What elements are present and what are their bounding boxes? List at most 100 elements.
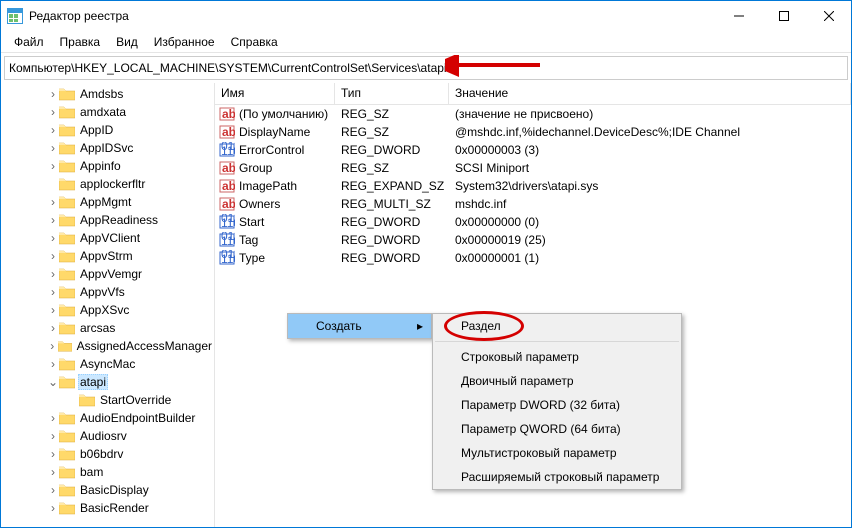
maximize-button[interactable] — [761, 1, 806, 31]
folder-icon — [59, 285, 75, 299]
menu-help[interactable]: Справка — [224, 33, 285, 51]
menu-favorites[interactable]: Избранное — [147, 33, 222, 51]
value-data: (значение не присвоено) — [449, 107, 851, 121]
tree-item[interactable]: ›Audiosrv — [1, 427, 214, 445]
tree-item[interactable]: ›Appinfo — [1, 157, 214, 175]
value-row[interactable]: OwnersREG_MULTI_SZmshdc.inf — [215, 195, 851, 213]
tree-item[interactable]: ›AppVClient — [1, 229, 214, 247]
ctx-new-binary-label: Двоичный параметр — [461, 374, 574, 388]
expand-icon[interactable]: › — [47, 411, 59, 425]
tree-item[interactable]: ›AppvVfs — [1, 283, 214, 301]
expand-icon[interactable]: › — [47, 159, 59, 173]
value-name: ErrorControl — [239, 143, 304, 157]
value-data: 0x00000001 (1) — [449, 251, 851, 265]
tree-item-label: bam — [78, 465, 105, 479]
value-row[interactable]: TypeREG_DWORD0x00000001 (1) — [215, 249, 851, 267]
tree-panel[interactable]: ›Amdsbs›amdxata›AppID›AppIDSvc›Appinfo›a… — [1, 83, 215, 527]
tree-item[interactable]: ›BasicDisplay — [1, 481, 214, 499]
titlebar[interactable]: Редактор реестра — [1, 1, 851, 31]
tree-item[interactable]: › AudioEndpointBuilder — [1, 409, 214, 427]
tree-item[interactable]: ›arcsas — [1, 319, 214, 337]
close-button[interactable] — [806, 1, 851, 31]
ctx-new-string[interactable]: Строковый параметр — [433, 345, 681, 369]
tree-item[interactable]: ›AppReadiness — [1, 211, 214, 229]
folder-icon — [59, 177, 75, 191]
expand-icon[interactable]: › — [47, 105, 59, 119]
expand-icon[interactable]: › — [47, 483, 59, 497]
ctx-new-key[interactable]: Раздел — [433, 314, 681, 338]
address-bar[interactable]: Компьютер\HKEY_LOCAL_MACHINE\SYSTEM\Curr… — [4, 56, 848, 80]
tree-item[interactable]: ›applockerfltr — [1, 175, 214, 193]
ctx-separator — [435, 341, 679, 342]
ctx-new-expand[interactable]: Расширяемый строковый параметр — [433, 465, 681, 489]
menu-file[interactable]: Файл — [7, 33, 51, 51]
expand-icon[interactable]: › — [47, 339, 58, 353]
expand-icon[interactable]: › — [47, 231, 59, 245]
expand-icon[interactable]: › — [47, 195, 59, 209]
tree-item[interactable]: ⌄atapi — [1, 373, 214, 391]
menu-view[interactable]: Вид — [109, 33, 145, 51]
expand-icon[interactable]: › — [47, 429, 59, 443]
ctx-create[interactable]: Создать ▸ — [288, 314, 431, 338]
folder-icon — [59, 501, 75, 515]
minimize-button[interactable] — [716, 1, 761, 31]
expand-icon[interactable]: › — [47, 123, 59, 137]
tree-item[interactable]: ›Amdsbs — [1, 85, 214, 103]
expand-icon[interactable]: › — [47, 285, 59, 299]
ctx-new-dword[interactable]: Параметр DWORD (32 бита) — [433, 393, 681, 417]
expand-icon[interactable]: › — [47, 357, 59, 371]
tree-item-label: AppMgmt — [78, 195, 133, 209]
string-value-icon — [219, 106, 235, 122]
ctx-new-binary[interactable]: Двоичный параметр — [433, 369, 681, 393]
tree-item[interactable]: ›AppvStrm — [1, 247, 214, 265]
tree-item-label: b06bdrv — [78, 447, 125, 461]
tree-item[interactable]: › AppMgmt — [1, 193, 214, 211]
tree-item[interactable]: ›BasicRender — [1, 499, 214, 517]
expand-icon[interactable]: › — [47, 267, 59, 281]
tree-item[interactable]: ›amdxata — [1, 103, 214, 121]
ctx-new-multi[interactable]: Мультистроковый параметр — [433, 441, 681, 465]
tree-item[interactable]: ›AppvVemgr — [1, 265, 214, 283]
expand-icon[interactable]: › — [47, 141, 59, 155]
tree-item[interactable]: ›AssignedAccessManager — [1, 337, 214, 355]
value-row[interactable]: (По умолчанию)REG_SZ(значение не присвое… — [215, 105, 851, 123]
value-row[interactable]: StartREG_DWORD0x00000000 (0) — [215, 213, 851, 231]
folder-icon — [59, 159, 75, 173]
folder-icon — [59, 249, 75, 263]
tree-item-label: AppIDSvc — [78, 141, 135, 155]
tree-item[interactable]: › AppIDSvc — [1, 139, 214, 157]
tree-item[interactable]: ›AsyncMac — [1, 355, 214, 373]
string-value-icon — [219, 178, 235, 194]
expand-icon[interactable]: › — [47, 213, 59, 227]
tree-item[interactable]: ›AppID — [1, 121, 214, 139]
expand-icon[interactable]: › — [47, 447, 59, 461]
value-row[interactable]: ImagePathREG_EXPAND_SZSystem32\drivers\a… — [215, 177, 851, 195]
binary-value-icon — [219, 214, 235, 230]
expand-icon[interactable]: › — [47, 501, 59, 515]
tree-item[interactable]: › bam — [1, 463, 214, 481]
tree-item[interactable]: ›AppXSvc — [1, 301, 214, 319]
tree-item[interactable]: › b06bdrv — [1, 445, 214, 463]
string-value-icon — [219, 124, 235, 140]
collapse-icon[interactable]: ⌄ — [47, 375, 59, 389]
value-data: SCSI Miniport — [449, 161, 851, 175]
value-type: REG_DWORD — [335, 233, 449, 247]
folder-icon — [59, 465, 75, 479]
col-value[interactable]: Значение — [449, 83, 851, 104]
expand-icon[interactable]: › — [47, 321, 59, 335]
menu-edit[interactable]: Правка — [53, 33, 108, 51]
tree-item[interactable]: ›StartOverride — [1, 391, 214, 409]
expand-icon[interactable]: › — [47, 303, 59, 317]
value-row[interactable]: DisplayNameREG_SZ@mshdc.inf,%idechannel.… — [215, 123, 851, 141]
value-type: REG_MULTI_SZ — [335, 197, 449, 211]
col-type[interactable]: Тип — [335, 83, 449, 104]
col-name[interactable]: Имя — [215, 83, 335, 104]
value-row[interactable]: TagREG_DWORD0x00000019 (25) — [215, 231, 851, 249]
expand-icon[interactable]: › — [47, 465, 59, 479]
expand-icon[interactable]: › — [47, 249, 59, 263]
expand-icon[interactable]: › — [47, 87, 59, 101]
value-row[interactable]: GroupREG_SZSCSI Miniport — [215, 159, 851, 177]
tree-item-label: AudioEndpointBuilder — [78, 411, 197, 425]
ctx-new-qword[interactable]: Параметр QWORD (64 бита) — [433, 417, 681, 441]
value-row[interactable]: ErrorControlREG_DWORD0x00000003 (3) — [215, 141, 851, 159]
